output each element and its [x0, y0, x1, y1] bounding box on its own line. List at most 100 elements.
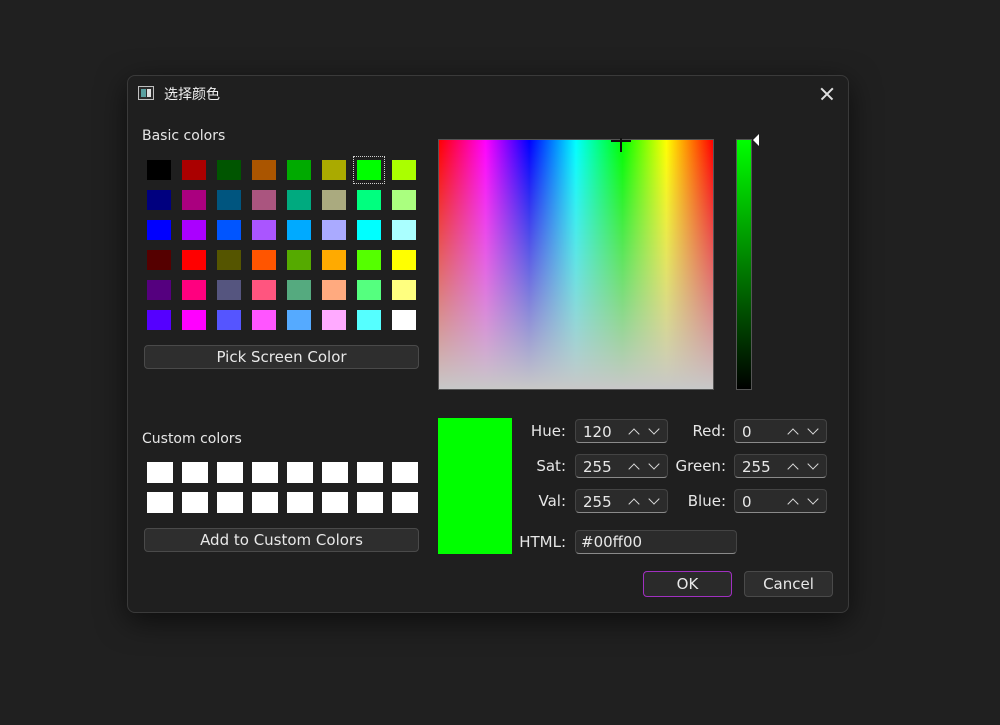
chevron-down-icon[interactable]: [806, 425, 820, 439]
custom-color-swatch[interactable]: [182, 462, 208, 483]
hue-saturation-picker[interactable]: [438, 138, 714, 390]
green-spinbox[interactable]: 255: [734, 454, 827, 478]
custom-color-swatch[interactable]: [252, 462, 278, 483]
value-slider-arrow-icon[interactable]: [753, 134, 759, 146]
custom-color-swatch[interactable]: [217, 492, 243, 513]
pick-screen-color-button[interactable]: Pick Screen Color: [144, 345, 419, 369]
basic-color-swatch[interactable]: [392, 160, 416, 180]
chevron-up-icon[interactable]: [786, 425, 800, 439]
basic-color-swatch[interactable]: [182, 250, 206, 270]
basic-color-swatch[interactable]: [287, 250, 311, 270]
basic-color-swatch[interactable]: [252, 280, 276, 300]
basic-color-swatch[interactable]: [322, 280, 346, 300]
basic-color-swatch[interactable]: [147, 220, 171, 240]
basic-color-swatch[interactable]: [392, 220, 416, 240]
custom-color-swatch[interactable]: [392, 492, 418, 513]
basic-color-swatch[interactable]: [252, 250, 276, 270]
html-label: HTML:: [519, 533, 566, 551]
chevron-down-icon[interactable]: [806, 495, 820, 509]
basic-color-swatch[interactable]: [217, 280, 241, 300]
blue-value[interactable]: 0: [742, 493, 752, 511]
basic-color-swatch[interactable]: [147, 310, 171, 330]
basic-color-swatch[interactable]: [392, 250, 416, 270]
basic-color-swatch[interactable]: [217, 160, 241, 180]
custom-color-swatch[interactable]: [217, 462, 243, 483]
basic-color-swatch[interactable]: [182, 220, 206, 240]
html-color-input[interactable]: #00ff00: [575, 530, 737, 554]
custom-color-swatch[interactable]: [287, 492, 313, 513]
chevron-down-icon[interactable]: [647, 495, 661, 509]
add-to-custom-colors-button[interactable]: Add to Custom Colors: [144, 528, 419, 552]
basic-color-swatch[interactable]: [252, 220, 276, 240]
custom-color-swatch[interactable]: [322, 492, 348, 513]
basic-color-swatch[interactable]: [217, 250, 241, 270]
val-value[interactable]: 255: [583, 493, 612, 511]
red-value[interactable]: 0: [742, 423, 752, 441]
red-spinbox[interactable]: 0: [734, 419, 827, 443]
basic-color-swatch[interactable]: [322, 310, 346, 330]
basic-color-swatch[interactable]: [252, 310, 276, 330]
val-spinbox[interactable]: 255: [575, 489, 668, 513]
sat-spinbox[interactable]: 255: [575, 454, 668, 478]
crosshair-cursor[interactable]: [611, 138, 631, 154]
ok-button[interactable]: OK: [643, 571, 732, 597]
basic-color-swatch[interactable]: [217, 310, 241, 330]
basic-color-swatch[interactable]: [322, 190, 346, 210]
chevron-up-icon[interactable]: [786, 495, 800, 509]
custom-color-swatch[interactable]: [357, 462, 383, 483]
basic-color-swatch[interactable]: [287, 160, 311, 180]
chevron-up-icon[interactable]: [627, 495, 641, 509]
basic-color-swatch[interactable]: [147, 280, 171, 300]
basic-color-swatch[interactable]: [357, 190, 381, 210]
basic-color-swatch[interactable]: [322, 160, 346, 180]
custom-color-swatch[interactable]: [392, 462, 418, 483]
basic-color-swatch[interactable]: [357, 220, 381, 240]
basic-color-swatch[interactable]: [287, 310, 311, 330]
custom-color-swatch[interactable]: [357, 492, 383, 513]
value-slider[interactable]: [736, 139, 752, 390]
cancel-button[interactable]: Cancel: [744, 571, 833, 597]
basic-color-swatch[interactable]: [287, 280, 311, 300]
basic-color-swatch[interactable]: [392, 310, 416, 330]
chevron-down-icon[interactable]: [647, 425, 661, 439]
custom-color-swatch[interactable]: [287, 462, 313, 483]
hue-spinbox[interactable]: 120: [575, 419, 668, 443]
basic-color-swatch[interactable]: [217, 220, 241, 240]
custom-color-swatch[interactable]: [182, 492, 208, 513]
custom-color-swatch[interactable]: [252, 492, 278, 513]
basic-color-swatch[interactable]: [392, 190, 416, 210]
basic-color-swatch[interactable]: [182, 310, 206, 330]
basic-color-swatch[interactable]: [252, 160, 276, 180]
custom-color-swatch[interactable]: [322, 462, 348, 483]
basic-color-swatch[interactable]: [392, 280, 416, 300]
basic-color-swatch[interactable]: [147, 190, 171, 210]
basic-color-swatch[interactable]: [353, 156, 385, 184]
chevron-up-icon[interactable]: [627, 425, 641, 439]
basic-color-swatch[interactable]: [182, 160, 206, 180]
basic-color-swatch[interactable]: [147, 250, 171, 270]
chevron-down-icon[interactable]: [647, 460, 661, 474]
basic-color-swatch[interactable]: [217, 190, 241, 210]
basic-color-swatch[interactable]: [252, 190, 276, 210]
basic-color-swatch[interactable]: [357, 310, 381, 330]
hue-value[interactable]: 120: [583, 423, 612, 441]
green-value[interactable]: 255: [742, 458, 771, 476]
chevron-up-icon[interactable]: [786, 460, 800, 474]
basic-color-swatch[interactable]: [182, 190, 206, 210]
basic-color-swatch[interactable]: [357, 250, 381, 270]
basic-color-swatch[interactable]: [357, 280, 381, 300]
basic-color-swatch[interactable]: [322, 220, 346, 240]
chevron-up-icon[interactable]: [627, 460, 641, 474]
basic-color-swatch[interactable]: [287, 220, 311, 240]
close-icon[interactable]: [814, 82, 840, 106]
sat-value[interactable]: 255: [583, 458, 612, 476]
basic-color-swatch[interactable]: [147, 160, 171, 180]
basic-color-swatch[interactable]: [322, 250, 346, 270]
custom-color-swatch[interactable]: [147, 462, 173, 483]
color-dialog: 选择颜色 Basic colors Pick Screen Color Cust…: [127, 75, 849, 613]
custom-color-swatch[interactable]: [147, 492, 173, 513]
chevron-down-icon[interactable]: [806, 460, 820, 474]
blue-spinbox[interactable]: 0: [734, 489, 827, 513]
basic-color-swatch[interactable]: [287, 190, 311, 210]
basic-color-swatch[interactable]: [182, 280, 206, 300]
